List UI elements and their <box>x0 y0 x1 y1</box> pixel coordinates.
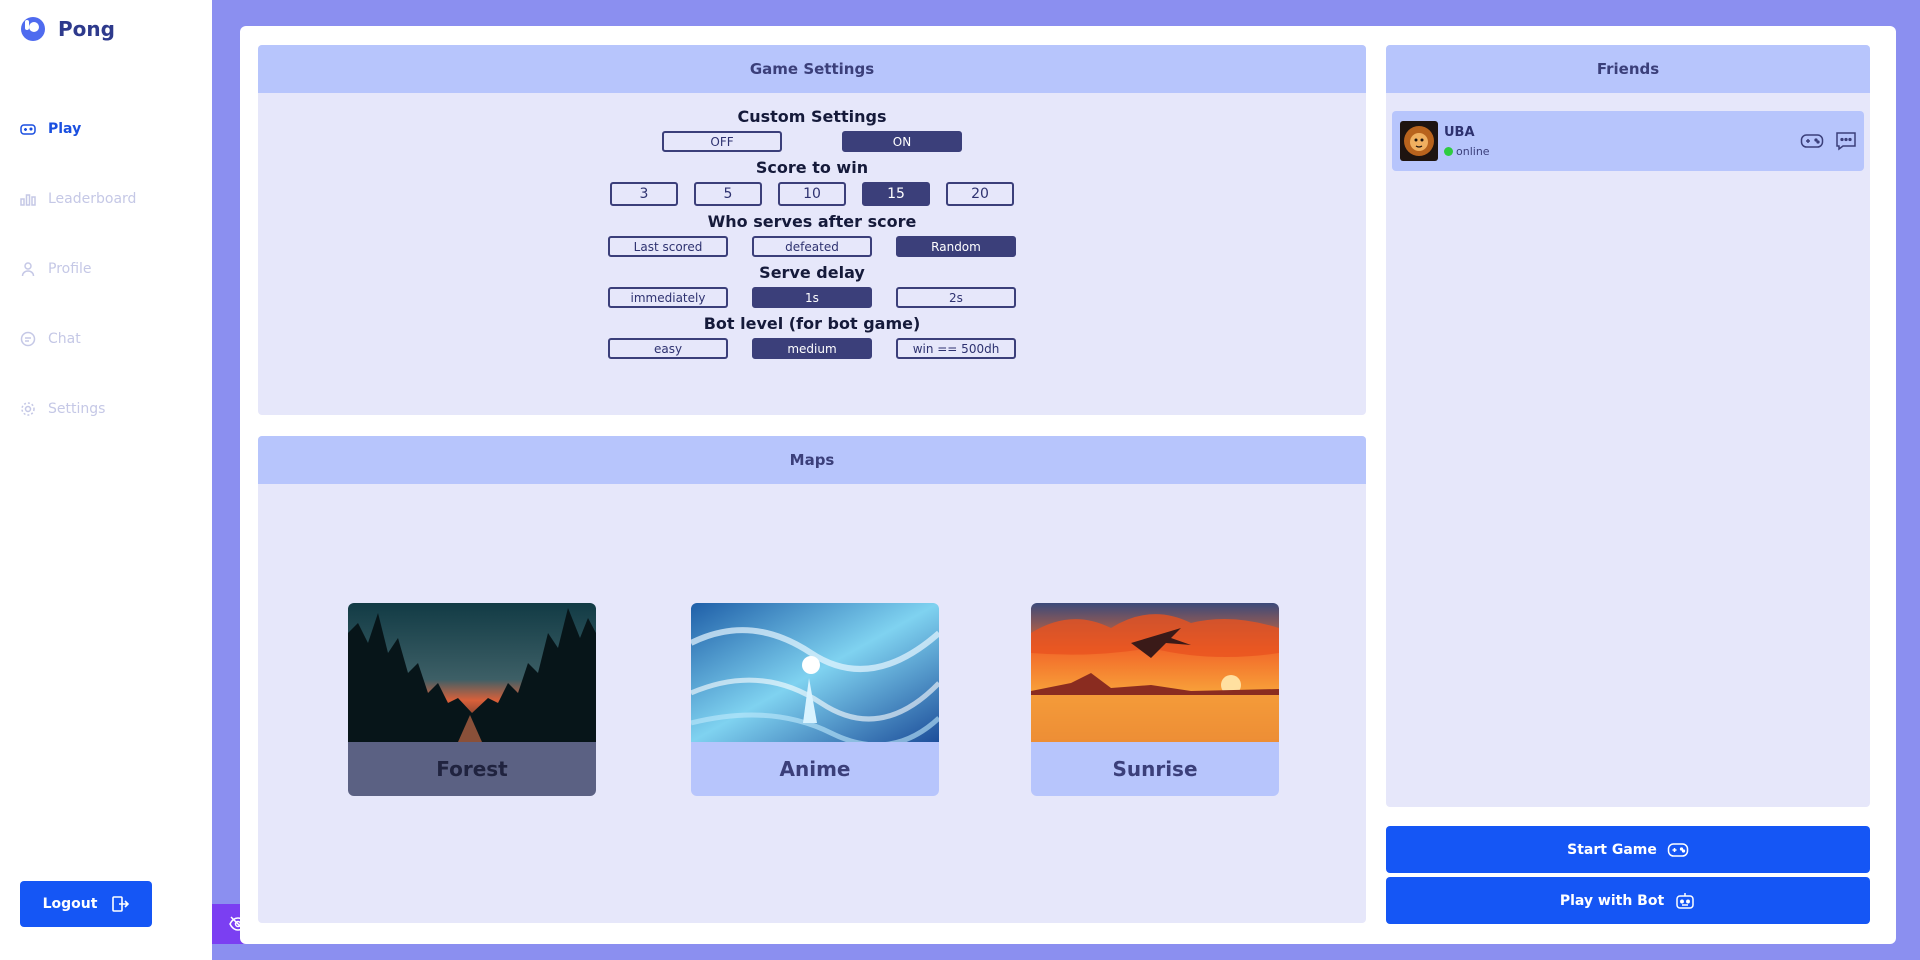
custom-settings-options: OFF ON <box>258 131 1366 152</box>
play-with-bot-button[interactable]: Play with Bot <box>1386 877 1870 924</box>
play-with-bot-label: Play with Bot <box>1559 892 1665 909</box>
pong-logo-icon <box>21 17 45 41</box>
serve-delay-option[interactable]: immediately <box>608 287 728 308</box>
friends-header: Friends <box>1386 45 1870 93</box>
custom-settings-title: Custom Settings <box>737 107 887 126</box>
sidebar-item-settings[interactable]: Settings <box>20 374 136 444</box>
bot-level-options: easy medium win == 500dh <box>258 338 1366 359</box>
gear-icon <box>21 402 35 416</box>
map-label: Forest <box>348 742 596 796</box>
maps-card: Maps Forest Anime Sunrise <box>258 436 1366 923</box>
game-settings-card: Game Settings Custom Settings OFF ON Sco… <box>258 45 1366 415</box>
serve-delay-options: immediately 1s 2s <box>258 287 1366 308</box>
invite-game-icon[interactable] <box>1800 131 1824 151</box>
score-option[interactable]: 3 <box>610 182 678 206</box>
friend-name: UBA <box>1444 125 1475 140</box>
serve-delay-option[interactable]: 2s <box>896 287 1016 308</box>
sidebar-item-play[interactable]: Play <box>20 94 136 164</box>
anime-map-image <box>691 603 939 742</box>
friend-item[interactable]: UBA online <box>1392 111 1864 171</box>
start-game-label: Start Game <box>1567 841 1657 858</box>
serve-delay-title: Serve delay <box>759 263 865 282</box>
friend-actions <box>1800 131 1858 151</box>
message-icon[interactable] <box>1834 131 1858 151</box>
score-option[interactable]: 15 <box>862 182 930 206</box>
sidebar-item-label: Chat <box>48 331 81 347</box>
online-indicator <box>1444 147 1453 156</box>
score-option[interactable]: 5 <box>694 182 762 206</box>
serve-delay-option[interactable]: 1s <box>752 287 872 308</box>
start-game-button[interactable]: Start Game <box>1386 826 1870 873</box>
sidebar-item-label: Leaderboard <box>48 191 137 207</box>
user-icon <box>21 262 35 277</box>
bot-level-option[interactable]: easy <box>608 338 728 359</box>
sidebar-item-leaderboard[interactable]: Leaderboard <box>20 164 136 234</box>
sidebar-item-label: Settings <box>48 401 106 417</box>
friend-status: online <box>1444 145 1490 158</box>
logout-label: Logout <box>42 896 98 912</box>
custom-off-option[interactable]: OFF <box>662 131 782 152</box>
map-label: Sunrise <box>1031 742 1279 796</box>
serve-after-option[interactable]: Random <box>896 236 1016 257</box>
score-to-win-title: Score to win <box>755 158 869 177</box>
leaderboard-icon <box>20 194 36 206</box>
gamepad-icon <box>1667 842 1689 857</box>
custom-on-option[interactable]: ON <box>842 131 962 152</box>
friend-status-label: online <box>1456 145 1490 158</box>
map-card-anime[interactable]: Anime <box>691 603 939 796</box>
map-card-sunrise[interactable]: Sunrise <box>1031 603 1279 796</box>
serve-after-option[interactable]: defeated <box>752 236 872 257</box>
score-option[interactable]: 10 <box>778 182 846 206</box>
sidebar-item-profile[interactable]: Profile <box>20 234 136 304</box>
main-panel: Game Settings Custom Settings OFF ON Sco… <box>240 26 1896 944</box>
serve-after-title: Who serves after score <box>707 212 917 231</box>
forest-map-image <box>348 603 596 742</box>
maps-header: Maps <box>258 436 1366 484</box>
serve-after-option[interactable]: Last scored <box>608 236 728 257</box>
map-label: Anime <box>691 742 939 796</box>
sidebar: Pong Play Leaderboard Profile Chat Setti… <box>0 0 212 960</box>
map-card-forest[interactable]: Forest <box>348 603 596 796</box>
robot-icon <box>1676 892 1694 909</box>
score-option[interactable]: 20 <box>946 182 1014 206</box>
sidebar-nav: Play Leaderboard Profile Chat Settings <box>20 94 136 444</box>
app-name: Pong <box>58 17 115 41</box>
sidebar-item-label: Play <box>48 121 82 137</box>
sidebar-item-chat[interactable]: Chat <box>20 304 136 374</box>
gamepad-icon <box>20 124 36 135</box>
sunrise-map-image <box>1031 603 1279 742</box>
bot-level-option[interactable]: win == 500dh <box>896 338 1016 359</box>
friends-card: Friends UBA online <box>1386 45 1870 807</box>
logout-button[interactable]: Logout <box>20 881 152 927</box>
avatar <box>1400 121 1438 161</box>
bot-level-option[interactable]: medium <box>752 338 872 359</box>
bot-level-title: Bot level (for bot game) <box>703 314 921 333</box>
serve-after-options: Last scored defeated Random <box>258 236 1366 257</box>
logout-icon <box>112 896 130 912</box>
app-logo[interactable]: Pong <box>20 16 115 42</box>
score-options: 3 5 10 15 20 <box>258 182 1366 206</box>
sidebar-item-label: Profile <box>48 261 92 277</box>
game-settings-header: Game Settings <box>258 45 1366 93</box>
chat-icon <box>20 331 36 347</box>
